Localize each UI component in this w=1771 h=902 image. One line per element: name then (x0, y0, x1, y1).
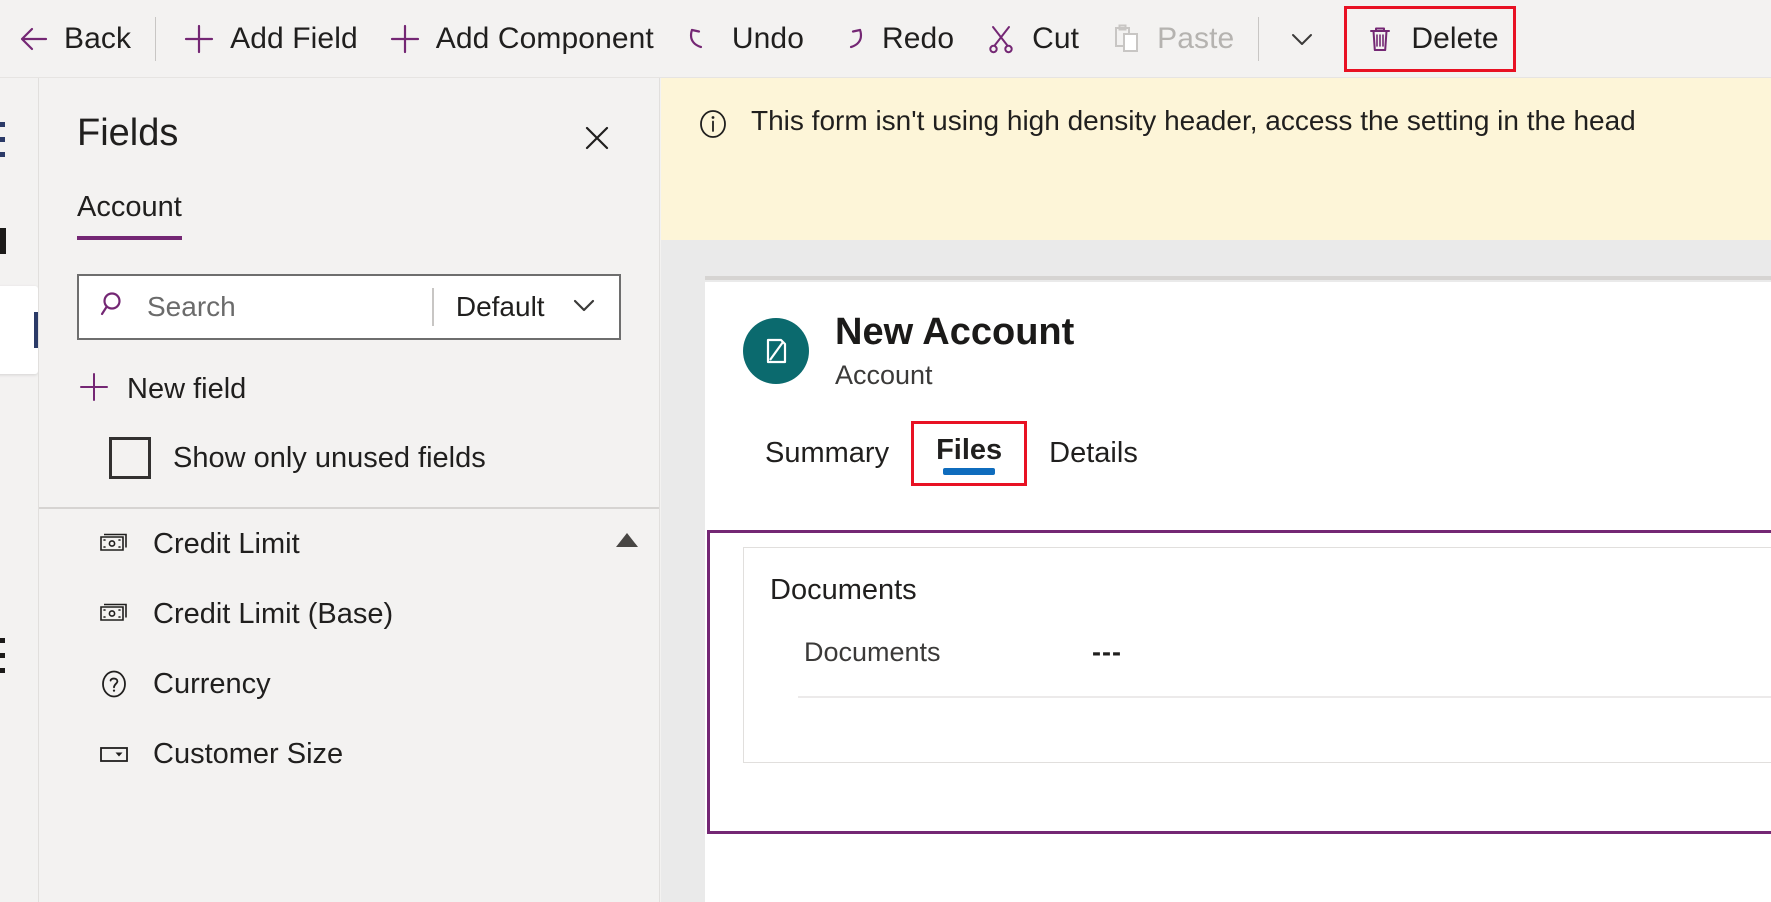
field-row[interactable]: Documents --- (770, 637, 1771, 668)
search-box[interactable] (79, 276, 432, 338)
chevron-down-icon (1283, 20, 1321, 58)
rail-list-marks-bottom (0, 638, 10, 683)
field-view-value: Default (455, 291, 545, 322)
toolbar-separator-1 (155, 16, 157, 61)
page-title: New Account (835, 311, 1075, 353)
currency-icon (97, 527, 131, 561)
tab-files-label: Files (936, 433, 1003, 466)
close-icon[interactable] (575, 116, 619, 160)
tab-summary-label: Summary (765, 436, 890, 469)
delete-label: Delete (1411, 21, 1499, 55)
command-bar: Back Add Field Add Component Undo Redo C… (0, 0, 1771, 78)
form-section-selected[interactable]: Documents Documents --- (707, 530, 1771, 834)
trash-icon (1361, 20, 1399, 58)
delete-button[interactable]: Delete (1344, 5, 1516, 72)
plus-icon (77, 370, 111, 409)
back-label: Back (64, 21, 132, 55)
rail-selection-mark (0, 228, 6, 254)
fields-panel: Fields Account Default (38, 78, 660, 902)
section-title: Documents (770, 574, 917, 606)
tab-files[interactable]: Files (914, 424, 1024, 483)
fields-panel-header: Fields (39, 78, 659, 155)
form-record-header: New Account Account (705, 282, 1771, 391)
notification-bar: This form isn't using high density heade… (661, 78, 1771, 240)
paste-button[interactable]: Paste (1093, 9, 1248, 69)
active-tab-underline (943, 467, 996, 475)
field-value: --- (1092, 637, 1122, 667)
back-button[interactable]: Back (0, 9, 145, 69)
tab-files-highlight: Files (911, 420, 1028, 486)
redo-icon (832, 20, 870, 58)
triangle-up-icon[interactable] (611, 527, 643, 553)
redo-button[interactable]: Redo (818, 9, 968, 69)
documents-section: Documents Documents --- (743, 547, 1771, 763)
background-left-rail (0, 78, 38, 902)
plus-icon (386, 20, 424, 58)
list-item[interactable]: Customer Size (39, 719, 659, 789)
paste-options-button[interactable] (1269, 9, 1347, 69)
form-tab-strip: Summary Files Details (743, 420, 1771, 486)
cut-button[interactable]: Cut (968, 9, 1093, 69)
new-field-button[interactable]: New field (77, 370, 659, 409)
paste-label: Paste (1157, 21, 1235, 55)
form-preview-card: New Account Account Summary Files Detail… (705, 282, 1771, 902)
lookup-icon (97, 667, 131, 701)
info-icon (695, 106, 731, 147)
field-divider (798, 696, 1771, 698)
clipboard-icon (1107, 20, 1145, 58)
list-item[interactable]: Credit Limit (39, 509, 659, 579)
arrow-left-icon (14, 20, 52, 58)
fields-panel-title: Fields (77, 112, 179, 154)
list-item-label: Currency (153, 667, 271, 700)
record-entity-label: Account (835, 359, 933, 390)
checkbox-box (109, 437, 151, 479)
list-item-label: Credit Limit (Base) (153, 597, 394, 630)
form-designer-window: Back Add Field Add Component Undo Redo C… (0, 0, 1771, 902)
rail-list-marks-top (0, 122, 10, 167)
rail-preview-card[interactable] (0, 286, 38, 374)
add-component-label: Add Component (435, 21, 654, 55)
scissors-icon (982, 20, 1020, 58)
new-field-label: New field (127, 373, 247, 405)
currency-icon (97, 597, 131, 631)
canvas-top-rule (705, 276, 1771, 280)
search-icon (97, 288, 131, 327)
plus-icon (180, 20, 218, 58)
list-item-label: Customer Size (153, 737, 344, 770)
redo-label: Redo (882, 21, 955, 55)
add-field-button[interactable]: Add Field (166, 9, 372, 69)
choice-icon (97, 737, 131, 771)
add-field-label: Add Field (230, 21, 358, 55)
field-label: Documents (804, 637, 941, 667)
undo-icon (682, 20, 720, 58)
tab-details-label: Details (1049, 436, 1138, 469)
list-item[interactable]: Currency (39, 649, 659, 719)
toolbar-separator-2 (1258, 16, 1260, 61)
account-entity-icon (743, 318, 809, 385)
show-unused-fields-label: Show only unused fields (173, 441, 486, 474)
undo-label: Undo (731, 21, 804, 55)
search-input[interactable] (147, 276, 415, 338)
list-item[interactable]: Credit Limit (Base) (39, 579, 659, 649)
undo-button[interactable]: Undo (668, 9, 818, 69)
fields-list[interactable]: Credit Limit Credit Limit (Base) Currenc… (39, 509, 659, 902)
entity-tab-account[interactable]: Account (77, 191, 182, 240)
chevron-down-icon (567, 288, 601, 327)
notification-text: This form isn't using high density heade… (751, 105, 1636, 136)
field-view-select[interactable]: Default (434, 276, 619, 338)
form-canvas: New Account Account Summary Files Detail… (661, 240, 1771, 902)
cut-label: Cut (1032, 21, 1080, 55)
entity-tab-strip: Account (39, 155, 659, 240)
fields-search-row: Default (77, 274, 621, 340)
tab-summary[interactable]: Summary (743, 427, 911, 486)
list-item-label: Credit Limit (153, 527, 300, 560)
add-component-button[interactable]: Add Component (372, 9, 668, 69)
tab-details[interactable]: Details (1027, 427, 1160, 486)
show-unused-fields-checkbox[interactable]: Show only unused fields (109, 437, 659, 479)
